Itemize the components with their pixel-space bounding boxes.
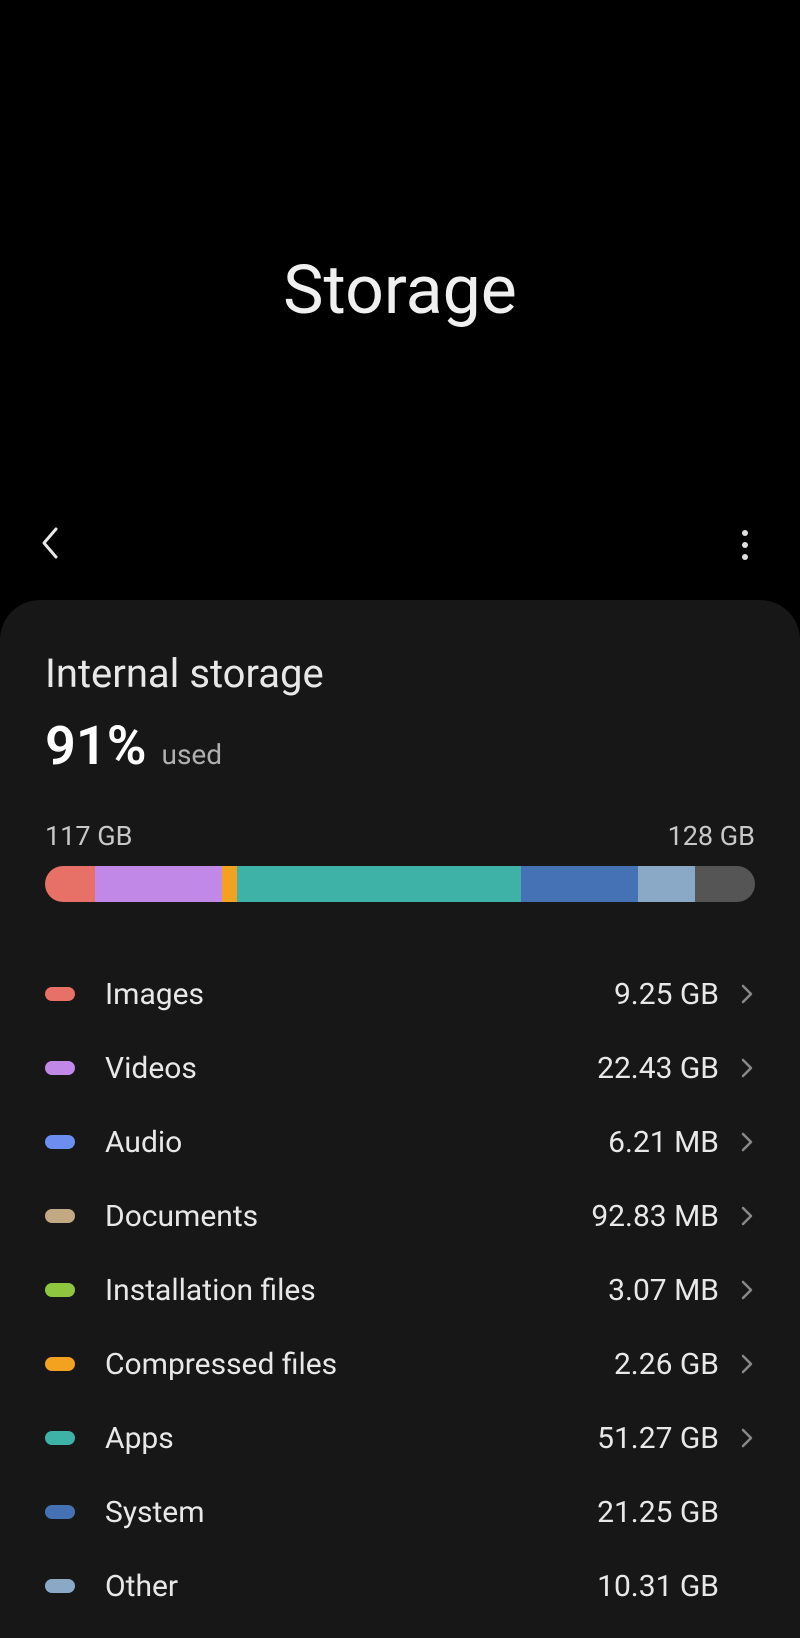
category-label: Images bbox=[105, 977, 614, 1012]
storage-bar-labels: 117 GB 128 GB bbox=[45, 820, 755, 852]
category-label: Installation files bbox=[105, 1273, 608, 1308]
category-list: Images9.25 GBVideos22.43 GBAudio6.21 MBD… bbox=[45, 957, 755, 1623]
category-color-icon bbox=[45, 1283, 75, 1297]
category-row-videos[interactable]: Videos22.43 GB bbox=[45, 1031, 755, 1105]
storage-bar bbox=[45, 866, 755, 902]
category-color-icon bbox=[45, 1579, 75, 1593]
chevron-right-icon bbox=[739, 1056, 755, 1080]
category-row-audio[interactable]: Audio6.21 MB bbox=[45, 1105, 755, 1179]
category-value: 92.83 MB bbox=[591, 1199, 719, 1234]
chevron-right-icon bbox=[739, 1204, 755, 1228]
used-amount-label: 117 GB bbox=[45, 820, 132, 852]
category-row-compressed-files[interactable]: Compressed files2.26 GB bbox=[45, 1327, 755, 1401]
category-label: Audio bbox=[105, 1125, 608, 1160]
category-label: Apps bbox=[105, 1421, 597, 1456]
category-color-icon bbox=[45, 1505, 75, 1519]
chevron-right-icon bbox=[739, 1352, 755, 1376]
more-vertical-icon bbox=[742, 530, 748, 560]
usage-label: used bbox=[162, 738, 223, 771]
category-label: Documents bbox=[105, 1199, 591, 1234]
category-label: Compressed files bbox=[105, 1347, 614, 1382]
category-color-icon bbox=[45, 987, 75, 1001]
back-icon bbox=[38, 525, 62, 565]
category-value: 2.26 GB bbox=[614, 1347, 719, 1382]
chevron-right-icon bbox=[739, 1278, 755, 1302]
category-label: Videos bbox=[105, 1051, 597, 1086]
more-options-button[interactable] bbox=[725, 525, 765, 565]
category-value: 9.25 GB bbox=[614, 977, 719, 1012]
category-row-images[interactable]: Images9.25 GB bbox=[45, 957, 755, 1031]
category-color-icon bbox=[45, 1431, 75, 1445]
category-color-icon bbox=[45, 1061, 75, 1075]
category-value: 22.43 GB bbox=[597, 1051, 719, 1086]
category-color-icon bbox=[45, 1357, 75, 1371]
category-row-installation-files[interactable]: Installation files3.07 MB bbox=[45, 1253, 755, 1327]
category-value: 6.21 MB bbox=[608, 1125, 719, 1160]
usage-percent: 91% bbox=[45, 715, 147, 778]
chevron-right-icon bbox=[739, 1130, 755, 1154]
page-title: Storage bbox=[0, 250, 800, 330]
storage-bar-segment bbox=[695, 866, 755, 902]
storage-bar-segment bbox=[222, 866, 236, 902]
storage-section-title: Internal storage bbox=[45, 650, 755, 697]
category-row-other: Other10.31 GB bbox=[45, 1549, 755, 1623]
storage-bar-segment bbox=[237, 866, 521, 902]
back-button[interactable] bbox=[30, 525, 70, 565]
category-value: 10.31 GB bbox=[597, 1569, 719, 1604]
storage-bar-segment bbox=[95, 866, 223, 902]
usage-summary: 91% used bbox=[45, 715, 755, 778]
nav-bar bbox=[0, 525, 800, 600]
category-row-system: System21.25 GB bbox=[45, 1475, 755, 1549]
total-amount-label: 128 GB bbox=[668, 820, 755, 852]
chevron-right-icon bbox=[739, 982, 755, 1006]
category-label: System bbox=[105, 1495, 597, 1530]
category-value: 51.27 GB bbox=[597, 1421, 719, 1456]
category-value: 3.07 MB bbox=[608, 1273, 719, 1308]
category-row-documents[interactable]: Documents92.83 MB bbox=[45, 1179, 755, 1253]
category-row-apps[interactable]: Apps51.27 GB bbox=[45, 1401, 755, 1475]
chevron-right-icon bbox=[739, 1426, 755, 1450]
storage-bar-segment bbox=[45, 866, 95, 902]
header-section: Storage bbox=[0, 0, 800, 600]
category-color-icon bbox=[45, 1135, 75, 1149]
storage-bar-segment bbox=[638, 866, 695, 902]
storage-card: Internal storage 91% used 117 GB 128 GB … bbox=[0, 600, 800, 1638]
category-color-icon bbox=[45, 1209, 75, 1223]
storage-bar-segment bbox=[521, 866, 638, 902]
category-label: Other bbox=[105, 1569, 597, 1604]
category-value: 21.25 GB bbox=[597, 1495, 719, 1530]
